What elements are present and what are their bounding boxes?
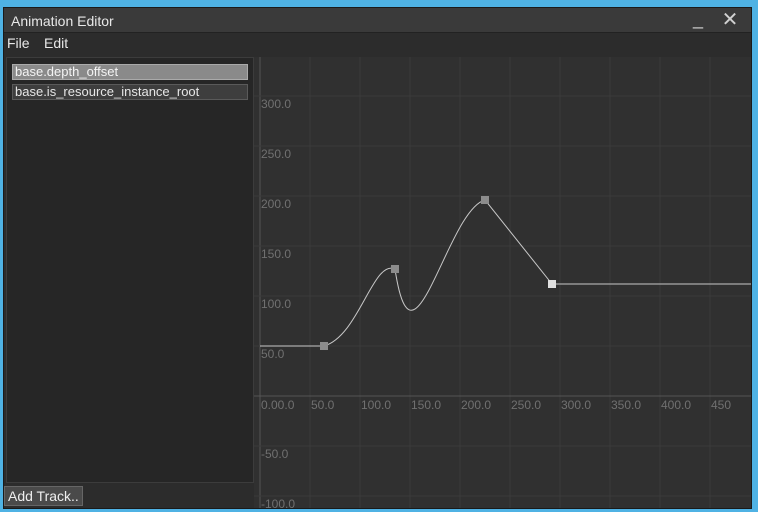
- y-tick-label: -100.0: [261, 497, 295, 509]
- x-tick-label: 200.0: [461, 398, 491, 412]
- title-bar[interactable]: Animation Editor _ ✕: [4, 8, 751, 33]
- keyframe-marker: [391, 265, 399, 273]
- menu-edit[interactable]: Edit: [44, 35, 68, 51]
- curve-graph[interactable]: 300.0 250.0 200.0 150.0 100.0 50.0 -50.0 -100.0…: [254, 57, 751, 509]
- y-tick-label: 100.0: [261, 297, 291, 311]
- y-tick-label: -50.0: [261, 447, 289, 461]
- animation-curve: [260, 199, 751, 347]
- y-tick-label: 200.0: [261, 197, 291, 211]
- track-item-is-resource-instance-root[interactable]: base.is_resource_instance_root: [12, 84, 248, 100]
- track-list: base.depth_offset base.is_resource_insta…: [6, 57, 254, 483]
- y-tick-label: 50.0: [261, 347, 285, 361]
- x-tick-label: 250.0: [511, 398, 541, 412]
- window-title: Animation Editor: [11, 13, 114, 29]
- x-tick-label: 350.0: [611, 398, 641, 412]
- track-item-depth-offset[interactable]: base.depth_offset: [12, 64, 248, 80]
- x-tick-label: 400.0: [661, 398, 691, 412]
- x-tick-label: 300.0: [561, 398, 591, 412]
- x-tick-label: 0.00.0: [261, 398, 295, 412]
- keyframe-marker: [548, 280, 556, 288]
- menu-file[interactable]: File: [7, 35, 30, 51]
- x-tick-label: 50.0: [311, 398, 335, 412]
- x-tick-label: 150.0: [411, 398, 441, 412]
- y-tick-label: 250.0: [261, 147, 291, 161]
- y-tick-label: 150.0: [261, 247, 291, 261]
- y-tick-label: 300.0: [261, 97, 291, 111]
- add-track-button[interactable]: Add Track..: [4, 486, 83, 506]
- curve-graph-canvas[interactable]: 300.0 250.0 200.0 150.0 100.0 50.0 -50.0 -100.0…: [254, 57, 751, 509]
- keyframe-marker: [320, 342, 328, 350]
- minimize-icon[interactable]: _: [686, 10, 710, 32]
- x-tick-label: 100.0: [361, 398, 391, 412]
- close-icon[interactable]: ✕: [718, 9, 742, 31]
- keyframe-marker: [481, 196, 489, 204]
- animation-editor-window: Animation Editor _ ✕ File Edit base.dept…: [3, 7, 752, 509]
- x-tick-label: 450: [711, 398, 731, 412]
- menu-bar: File Edit: [4, 33, 751, 53]
